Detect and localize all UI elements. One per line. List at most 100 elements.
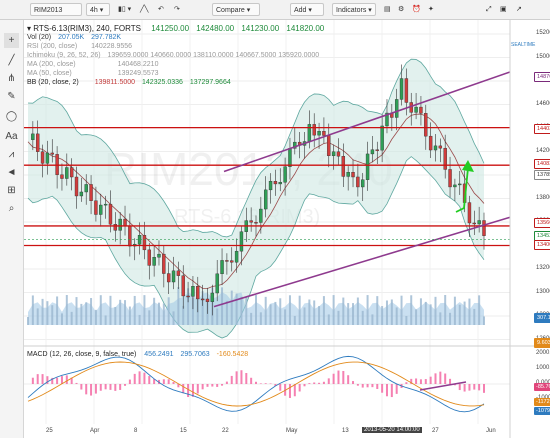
candle-body <box>424 113 428 137</box>
price-tag: 9.603K <box>534 338 550 348</box>
macd-histogram-bar <box>337 370 340 384</box>
zoom-icon[interactable]: ⌕ <box>4 201 19 216</box>
template-icon[interactable]: ▤ <box>384 3 391 16</box>
pitchfork-icon[interactable]: ⋔ <box>4 71 19 86</box>
macd-histogram-bar <box>390 384 393 398</box>
volume-bar <box>332 295 335 325</box>
measure-icon[interactable]: ⊞ <box>4 183 19 198</box>
arrow-icon[interactable]: ◄ <box>4 165 19 180</box>
candle-body <box>186 295 190 298</box>
chart-type-icon[interactable]: ╱╲ <box>140 3 148 16</box>
volume-bar <box>153 297 156 325</box>
candle-body <box>176 270 181 276</box>
macd-histogram-bar <box>211 384 214 387</box>
chart-area[interactable]: RIM2013, 240RTS-6.13(RIM3) ▾ RTS-6.13(RI… <box>24 20 550 438</box>
candle-body <box>443 147 447 170</box>
crosshair-icon[interactable]: + <box>4 33 19 48</box>
macd-histogram-bar <box>279 384 282 391</box>
time-axis-label: 15 <box>180 428 187 434</box>
macd-histogram-bar <box>259 383 262 384</box>
macd-axis-label: 1000.0000 <box>536 365 550 371</box>
price-axis-label: 138000.00 <box>536 194 550 201</box>
volume-bar <box>293 315 296 325</box>
volume-bar <box>56 296 59 325</box>
brush-icon[interactable]: ✎ <box>4 89 19 104</box>
macd-histogram-bar <box>167 379 170 384</box>
macd-histogram-bar <box>75 382 78 384</box>
volume-bar <box>235 293 238 325</box>
macd-histogram-bar <box>361 384 364 388</box>
volume-bar <box>172 311 175 325</box>
indicators-button[interactable]: Indicators ▾ <box>332 3 376 16</box>
price-tag: 307.178K <box>534 313 550 323</box>
bar-style-button[interactable]: ▮▯ ▾ <box>118 3 131 16</box>
macd-value: 456.2491 <box>144 351 174 358</box>
camera-icon[interactable]: ▣ <box>500 3 507 16</box>
symbol-search-input[interactable]: RIM2013 <box>30 3 82 16</box>
bb-legend[interactable]: BB (20, close, 2) 139811.5000 142325.033… <box>27 78 231 87</box>
trend-line-icon[interactable]: ╱ <box>4 53 19 68</box>
volume-bar <box>65 295 68 325</box>
volume-bar <box>259 312 262 325</box>
pattern-icon[interactable]: ⩘ <box>4 147 19 162</box>
text-icon[interactable]: Aa <box>4 129 19 144</box>
volume-bar <box>60 313 63 325</box>
candle-body <box>254 222 258 224</box>
macd-histogram-bar <box>478 384 481 391</box>
ellipse-icon[interactable]: ◯ <box>4 109 19 124</box>
volume-bar <box>366 295 369 325</box>
ma200-legend[interactable]: MA (200, close) 140468.2210 <box>27 60 158 69</box>
ma50-legend[interactable]: MA (50, close) 139249.5573 <box>27 69 159 78</box>
volume-bar <box>167 297 170 325</box>
lightbulb-icon[interactable]: ✦ <box>428 3 434 16</box>
chevron-down-icon: ▾ <box>308 7 312 14</box>
ma50-value: 139249.5573 <box>117 70 159 77</box>
volume-bar <box>94 309 97 325</box>
symbol-title: RTS-6.13(RIM3), 240, FORTS <box>33 24 141 33</box>
redo-icon[interactable]: ↷ <box>174 3 180 16</box>
rsi-name: RSI (200, close) <box>27 43 78 50</box>
price-axis-label: 150000.00 <box>536 53 550 60</box>
volume-bar <box>439 312 442 325</box>
macd-histogram-bar <box>429 376 432 384</box>
macd-legend[interactable]: MACD (12, 26, close, 9, false, true) 456… <box>27 350 248 359</box>
candle-body <box>288 148 292 167</box>
candle-body <box>128 226 132 247</box>
time-axis-label: Apr <box>90 428 100 434</box>
alert-icon[interactable]: ⏰ <box>412 3 421 16</box>
macd-histogram-bar <box>133 373 136 384</box>
volume-legend[interactable]: Vol (20) 207.05K 297.782K <box>27 33 121 42</box>
rsi-legend[interactable]: RSI (200, close) 140228.9556 <box>27 42 132 51</box>
volume-bar <box>225 300 228 325</box>
macd-histogram-bar <box>65 375 68 384</box>
ichimoku-legend[interactable]: Ichimoku (9, 26, 52, 26) 139659.0000 140… <box>27 51 319 60</box>
volume-bar <box>27 317 29 325</box>
candle-body <box>264 189 268 210</box>
add-button[interactable]: Add ▾ <box>290 3 324 16</box>
interval-select[interactable]: 4h ▾ <box>86 3 110 16</box>
volume-bar <box>361 310 364 325</box>
candle-body <box>346 172 350 177</box>
volume-bar <box>274 301 277 325</box>
undo-icon[interactable]: ↶ <box>158 3 164 16</box>
share-icon[interactable]: ↗ <box>516 3 522 16</box>
candle-body <box>467 202 472 224</box>
macd-histogram-bar <box>449 378 452 384</box>
ma200-value: 140468.2210 <box>117 61 159 68</box>
candle-body <box>307 124 312 142</box>
volume-bar <box>109 295 112 325</box>
compare-button[interactable]: Compare ▾ <box>212 3 260 16</box>
macd-histogram-bar <box>269 383 272 384</box>
macd-histogram-bar <box>230 375 233 384</box>
macd-histogram-bar <box>128 379 131 384</box>
fullscreen-icon[interactable]: ⤢ <box>486 3 492 16</box>
settings-icon[interactable]: ⚙ <box>398 3 404 16</box>
price-axis-label: 142000.00 <box>536 147 550 154</box>
macd-histogram-bar <box>60 376 63 384</box>
candle-body <box>162 253 166 274</box>
volume-bar <box>322 296 325 325</box>
candle-body <box>482 220 486 236</box>
macd-histogram-bar <box>245 373 248 384</box>
volume-bar <box>463 301 466 325</box>
candle-body <box>147 249 151 266</box>
